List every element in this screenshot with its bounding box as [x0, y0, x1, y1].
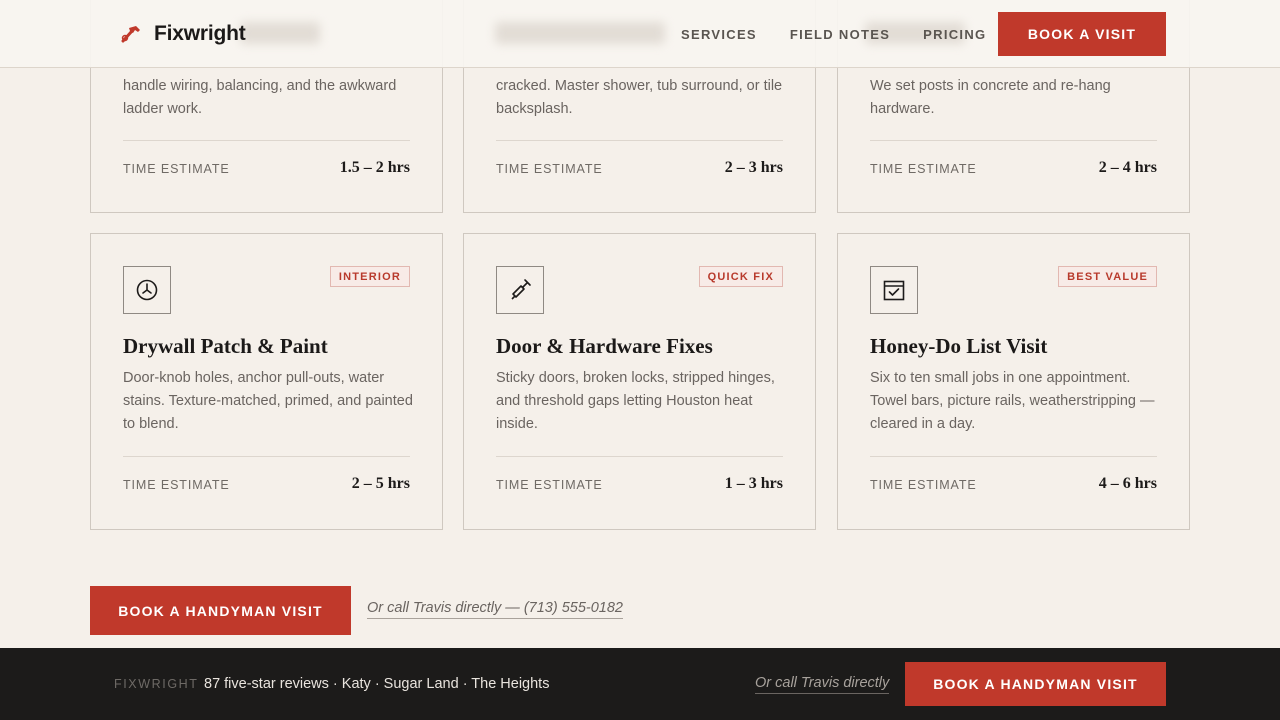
call-travis-link[interactable]: Or call Travis directly — (713) 555-0182: [367, 600, 623, 619]
book-handyman-visit-button[interactable]: BOOK A HANDYMAN VISIT: [90, 586, 351, 635]
screwdriver-icon: [496, 266, 544, 314]
service-card-door-hardware[interactable]: QUICK FIX Door & Hardware Fixes Sticky d…: [463, 233, 816, 530]
sticky-footer-bar: FIXWRIGHT 87 five-star reviews · Katy · …: [0, 648, 1280, 720]
footer-book-handyman-button[interactable]: BOOK A HANDYMAN VISIT: [905, 662, 1166, 706]
nav-link-field-notes[interactable]: FIELD NOTES: [790, 27, 890, 42]
main-nav: SERVICES FIELD NOTES PRICING: [665, 0, 1019, 68]
service-card-honey-do[interactable]: BEST VALUE Honey-Do List Visit Six to te…: [837, 233, 1190, 530]
blurred-background-text: [240, 22, 320, 44]
blurred-background-text: [495, 22, 665, 44]
card-divider: [123, 456, 410, 457]
card-divider: [496, 140, 783, 141]
time-estimate-value: 1 – 3 hrs: [724, 475, 783, 492]
site-header: Fixwright SERVICES FIELD NOTES PRICING B…: [0, 0, 1280, 68]
card-divider: [870, 456, 1157, 457]
brand-name: Fixwright: [154, 22, 246, 45]
card-title: Door & Hardware Fixes: [496, 334, 713, 358]
service-card-drywall[interactable]: INTERIOR Drywall Patch & Paint Door-knob…: [90, 233, 443, 530]
hammer-logo-icon: [121, 26, 140, 43]
time-estimate-value: 4 – 6 hrs: [1098, 475, 1157, 492]
time-estimate-label: TIME ESTIMATE: [123, 478, 230, 492]
book-visit-button[interactable]: BOOK A VISIT: [998, 12, 1166, 56]
card-divider: [496, 456, 783, 457]
time-estimate-label: TIME ESTIMATE: [123, 162, 230, 176]
card-divider: [123, 140, 410, 141]
time-estimate-label: TIME ESTIMATE: [496, 478, 603, 492]
card-description: Sticky doors, broken locks, stripped hin…: [496, 370, 775, 432]
brand-logo-link[interactable]: Fixwright: [120, 20, 246, 48]
card-badge: INTERIOR: [329, 266, 410, 287]
card-description: handle wiring, balancing, and the awkwar…: [123, 78, 397, 117]
time-estimate-label: TIME ESTIMATE: [496, 162, 603, 176]
card-divider: [870, 140, 1157, 141]
card-badge: BEST VALUE: [1058, 266, 1157, 287]
card-description: We set posts in concrete and re-hang har…: [870, 78, 1111, 117]
card-description: cracked. Master shower, tub surround, or…: [496, 78, 783, 117]
nav-link-pricing[interactable]: PRICING: [923, 27, 986, 42]
time-estimate-value: 1.5 – 2 hrs: [339, 159, 410, 176]
time-estimate-value: 2 – 5 hrs: [351, 475, 410, 492]
time-estimate-value: 2 – 4 hrs: [1098, 159, 1157, 176]
card-description: Six to ten small jobs in one appointment…: [870, 370, 1155, 432]
calendar-check-icon: [870, 266, 918, 314]
time-estimate-value: 2 – 3 hrs: [724, 159, 783, 176]
card-description: Door-knob holes, anchor pull-outs, water…: [123, 370, 413, 432]
time-estimate-label: TIME ESTIMATE: [870, 162, 977, 176]
time-estimate-label: TIME ESTIMATE: [870, 478, 977, 492]
card-badge: QUICK FIX: [698, 266, 783, 287]
footer-call-link[interactable]: Or call Travis directly: [755, 675, 890, 694]
card-title: Honey-Do List Visit: [870, 334, 1048, 358]
nav-link-services[interactable]: SERVICES: [681, 27, 757, 42]
footer-reviews-text: 87 five-star reviews · Katy · Sugar Land…: [204, 676, 550, 692]
drywall-icon: [123, 266, 171, 314]
card-title: Drywall Patch & Paint: [123, 334, 328, 358]
footer-brand: FIXWRIGHT: [114, 677, 199, 691]
